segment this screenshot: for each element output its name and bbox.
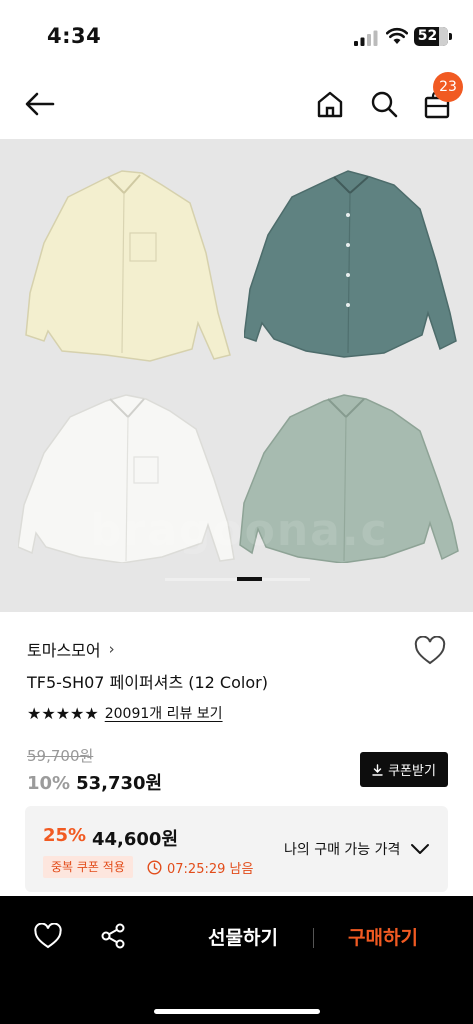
- wishlist-heart-icon[interactable]: [34, 923, 62, 949]
- wifi-icon: [386, 27, 408, 44]
- my-price-label: 나의 구매 가능 가격: [284, 842, 401, 858]
- top-nav-bar: [0, 72, 473, 138]
- heart-icon[interactable]: [414, 636, 446, 666]
- cellular-signal-icon: [354, 30, 378, 46]
- review-link[interactable]: 20091개 리뷰 보기: [105, 703, 223, 723]
- rating-row: ★★★★★ 20091개 리뷰 보기: [27, 703, 223, 723]
- button-divider: [313, 928, 314, 948]
- best-price-box: 25% 44,600원 중복 쿠폰 적용 07:25:29 남음 나의 구매 가…: [25, 806, 448, 892]
- cart-count-badge: 23: [433, 72, 463, 102]
- my-price-toggle[interactable]: 나의 구매 가능 가격: [284, 839, 430, 859]
- home-indicator: [154, 1009, 320, 1014]
- discount-rate: 10%: [27, 773, 71, 794]
- share-icon[interactable]: [100, 923, 126, 949]
- bottom-action-bar: 선물하기 구매하기: [0, 896, 473, 1024]
- search-icon[interactable]: [368, 88, 400, 120]
- discount-row: 10% 53,730원: [27, 769, 162, 795]
- battery-indicator: 52: [414, 27, 448, 46]
- battery-level: 52: [417, 28, 438, 44]
- best-discount-rate: 25%: [43, 825, 87, 846]
- shirt-image-yellow: [25, 170, 231, 362]
- chevron-right-icon: ›: [108, 640, 115, 658]
- original-price: 59,700원: [27, 747, 94, 765]
- best-price: 44,600원: [92, 829, 179, 850]
- star-rating: ★★★★★: [27, 703, 99, 723]
- buy-button[interactable]: 구매하기: [330, 923, 436, 953]
- coupon-applied-tag: 중복 쿠폰 적용: [43, 856, 133, 878]
- product-name: TF5-SH07 페이퍼셔츠 (12 Color): [27, 673, 268, 692]
- home-icon[interactable]: [314, 88, 346, 120]
- coupon-download-button[interactable]: 쿠폰받기: [360, 752, 448, 787]
- status-bar: 4:34 52: [0, 0, 473, 72]
- clock-icon: [147, 859, 162, 875]
- brand-link[interactable]: 토마스모어 ›: [27, 637, 115, 661]
- brand-name: 토마스모어: [27, 641, 101, 660]
- gift-button[interactable]: 선물하기: [190, 923, 296, 953]
- shirt-image-teal: [244, 170, 457, 358]
- download-icon: [372, 763, 383, 776]
- countdown-text: 07:25:29 남음: [167, 861, 254, 877]
- gallery-pager-indicator: [237, 577, 262, 581]
- status-time: 4:34: [47, 24, 102, 48]
- coupon-download-label: 쿠폰받기: [388, 764, 436, 779]
- countdown-timer: 07:25:29 남음: [147, 856, 253, 878]
- discount-price: 53,730원: [76, 773, 163, 794]
- gallery-watermark: bragoona.c: [90, 505, 389, 556]
- chevron-down-icon: [411, 844, 430, 854]
- back-arrow-icon[interactable]: [24, 88, 56, 120]
